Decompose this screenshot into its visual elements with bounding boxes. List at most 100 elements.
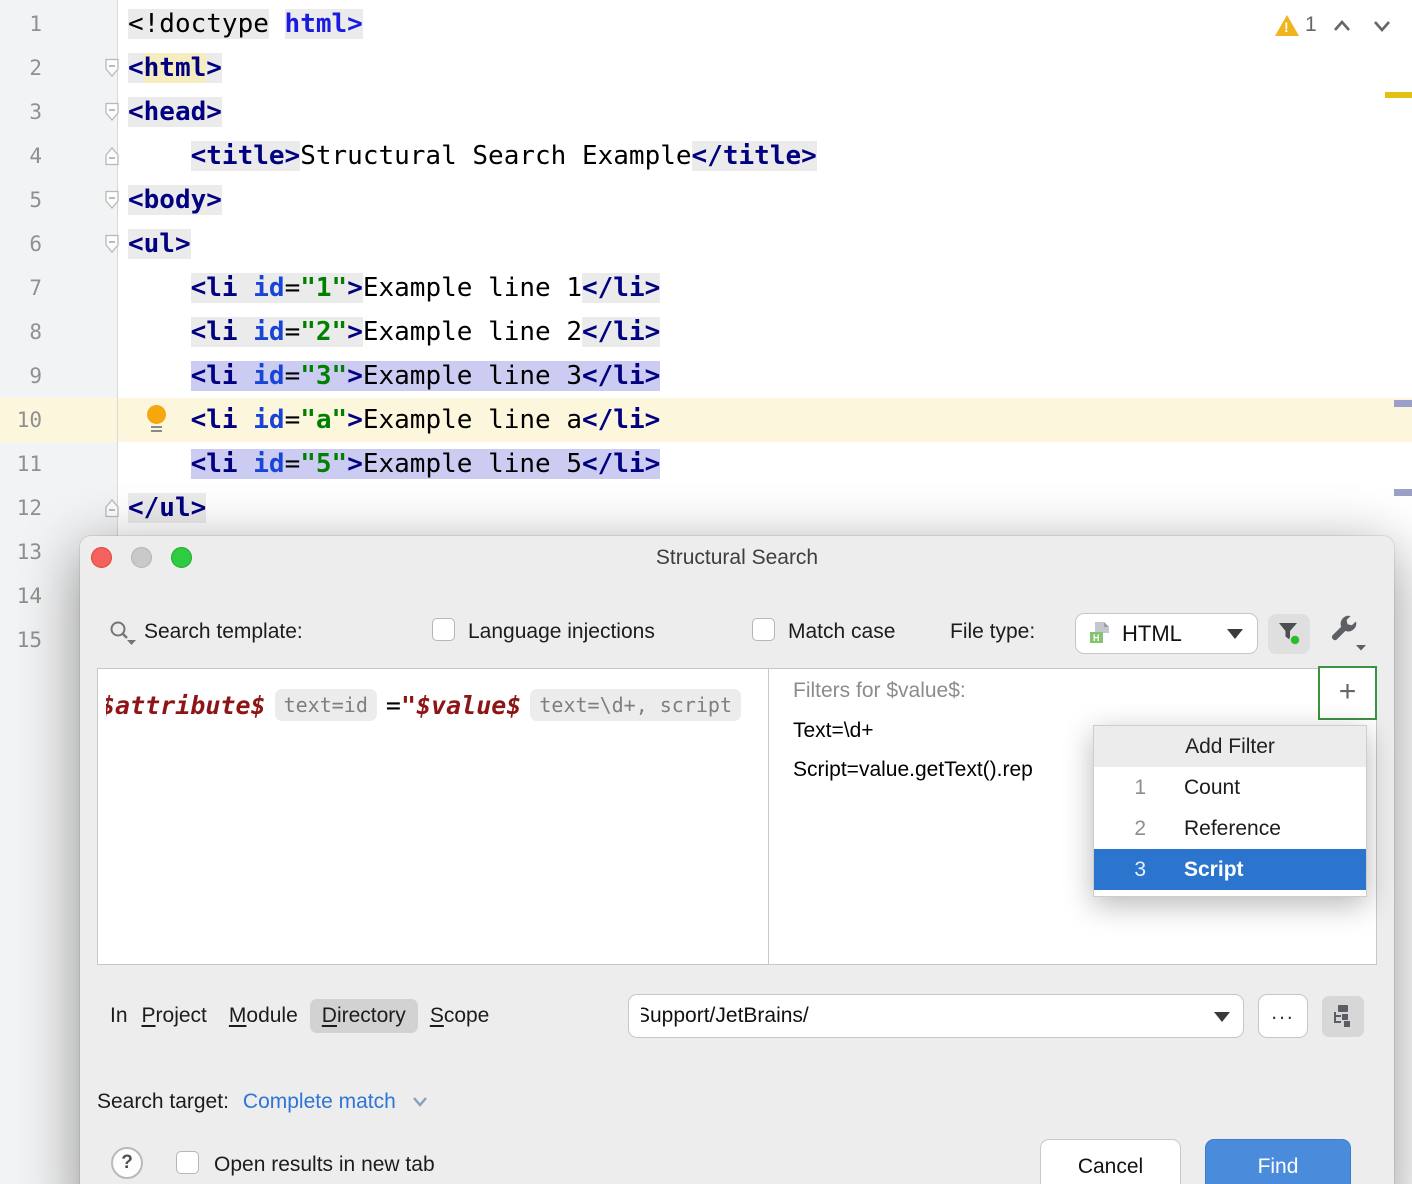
error-stripe-match-mark[interactable] [1394, 400, 1412, 407]
directory-path-combobox[interactable]: Support/JetBrains/ [628, 994, 1244, 1038]
chevron-down-icon[interactable] [410, 1095, 432, 1109]
warning-count[interactable]: 1 [1305, 13, 1317, 37]
structural-search-dialog: Structural Search Search template: Langu… [80, 536, 1394, 1184]
editor-line-2: 2 <html> [0, 46, 1412, 90]
code-text[interactable]: <li id="2">Example line 2</li> [128, 310, 660, 354]
path-dropdown-arrow[interactable] [1202, 995, 1243, 1037]
scope-row: In Project Module Directory Scope Support/J… [80, 994, 1394, 1038]
match-case-label: Match case [788, 620, 895, 644]
popup-item-script[interactable]: 3Script [1094, 849, 1366, 890]
fold-marker-icon[interactable] [104, 498, 120, 523]
add-filter-button[interactable]: + [1318, 666, 1377, 720]
code-text[interactable]: <li id="5">Example line 5</li> [128, 442, 660, 486]
file-type-dropdown[interactable]: H HTML [1075, 613, 1258, 654]
open-results-label: Open results in new tab [214, 1153, 435, 1177]
line-number: 11 [0, 442, 42, 486]
popup-item-reference[interactable]: 2Reference [1094, 808, 1366, 849]
editor-line-3: 3 <head> [0, 90, 1412, 134]
line-number: 8 [0, 310, 42, 354]
scope-option-project[interactable]: Project [142, 1004, 207, 1028]
intention-bulb-icon[interactable] [146, 405, 168, 435]
settings-button[interactable] [1326, 615, 1372, 655]
code-text[interactable]: <title>Structural Search Example</title> [128, 134, 817, 178]
inspection-widget: ! 1 [1275, 13, 1405, 41]
file-type-label: File type: [950, 620, 1035, 644]
code-text[interactable]: <li id="1">Example line 1</li> [128, 266, 660, 310]
error-stripe-warning-mark[interactable] [1385, 92, 1412, 98]
filter-icon [1277, 622, 1303, 648]
template-text: " [401, 691, 416, 720]
popup-item-index: 2 [1094, 808, 1146, 849]
fold-marker-icon[interactable] [104, 58, 120, 83]
editor-line-8: 8 <li id="2">Example line 2</li> [0, 310, 1412, 354]
code-text[interactable]: <ul> [128, 222, 191, 266]
editor-line-12: 12</ul> [0, 486, 1412, 530]
fold-marker-icon[interactable] [104, 190, 120, 215]
popup-item-label: Script [1184, 849, 1244, 890]
editor-line-4: 4 <title>Structural Search Example</titl… [0, 134, 1412, 178]
editor-line-1: 1 <!doctype html> [0, 2, 1412, 46]
filter-button[interactable] [1268, 614, 1310, 654]
language-injections-label: Language injections [468, 620, 655, 644]
search-target-dropdown[interactable]: Complete match [243, 1090, 396, 1114]
scope-tree-button[interactable] [1322, 996, 1364, 1037]
ide-window: 1<!doctype html>2<html>3<head>4 <title>S… [0, 0, 1412, 1184]
line-number: 9 [0, 354, 42, 398]
template-editor[interactable]: $attribute$text=id="$value$text=\d+, scr… [106, 685, 761, 725]
search-template-icon[interactable] [108, 619, 138, 649]
scope-prefix: In [110, 1004, 128, 1028]
dropdown-arrow-icon [1227, 629, 1243, 639]
editor-line-10: 10 <li id="a">Example line a</li> [0, 398, 1412, 442]
help-icon[interactable]: ? [111, 1147, 143, 1179]
chevron-up-icon[interactable] [1329, 13, 1355, 39]
popup-items: 1Count2Reference3Script [1094, 767, 1366, 890]
template-variable: $attribute$ [106, 691, 266, 720]
code-text[interactable]: <html> [128, 46, 222, 90]
code-text[interactable]: </ul> [128, 486, 206, 530]
cancel-button[interactable]: Cancel [1040, 1139, 1181, 1184]
scope-options: In Project Module Directory Scope [110, 994, 511, 1038]
code-text[interactable]: <head> [128, 90, 222, 134]
popup-item-count[interactable]: 1Count [1094, 767, 1366, 808]
scope-option-module[interactable]: Module [229, 1004, 298, 1028]
language-injections-checkbox[interactable] [432, 618, 455, 641]
dialog-footer: ? Open results in new tab Cancel Find [80, 1131, 1394, 1184]
code-text[interactable]: <!doctype html> [128, 2, 363, 46]
wrench-icon [1326, 615, 1372, 655]
directory-path-value: Support/JetBrains/ [641, 1004, 1196, 1028]
editor-line-6: 6 <ul> [0, 222, 1412, 266]
filters-title: Filters for $value$: [793, 679, 966, 703]
line-number: 3 [0, 90, 42, 134]
line-number: 4 [0, 134, 42, 178]
open-results-checkbox[interactable] [176, 1151, 199, 1174]
match-case-checkbox[interactable] [752, 618, 775, 641]
line-number: 5 [0, 178, 42, 222]
line-number: 2 [0, 46, 42, 90]
code-text[interactable]: <li id="a">Example line a</li> [128, 398, 660, 442]
line-number: 1 [0, 2, 42, 46]
editor-line-9: 9 <li id="3">Example line 3</li> [0, 354, 1412, 398]
line-number: 10 [0, 398, 42, 442]
browse-button[interactable]: ... [1258, 994, 1308, 1038]
chevron-down-icon[interactable] [1369, 13, 1395, 39]
code-text[interactable]: <body> [128, 178, 222, 222]
fold-marker-icon[interactable] [104, 102, 120, 127]
line-number: 6 [0, 222, 42, 266]
find-button[interactable]: Find [1205, 1139, 1351, 1184]
scope-option-directory[interactable]: Directory [310, 999, 418, 1033]
fold-marker-icon[interactable] [104, 234, 120, 259]
scope-option-scope[interactable]: Scope [430, 1004, 490, 1028]
error-stripe-match-mark[interactable] [1394, 489, 1412, 496]
editor-line-7: 7 <li id="1">Example line 1</li> [0, 266, 1412, 310]
line-number: 14 [0, 574, 42, 618]
search-target-label: Search target: [97, 1090, 229, 1114]
template-variable: $value$ [416, 691, 521, 720]
popup-item-label: Count [1184, 767, 1240, 808]
fold-marker-icon[interactable] [104, 146, 120, 171]
code-text[interactable]: <li id="3">Example line 3</li> [128, 354, 660, 398]
popup-title: Add Filter [1094, 726, 1366, 767]
line-number: 7 [0, 266, 42, 310]
template-hint-chip: text=id [275, 689, 377, 721]
file-type-value: HTML [1122, 621, 1182, 647]
dialog-title: Structural Search [80, 546, 1394, 570]
